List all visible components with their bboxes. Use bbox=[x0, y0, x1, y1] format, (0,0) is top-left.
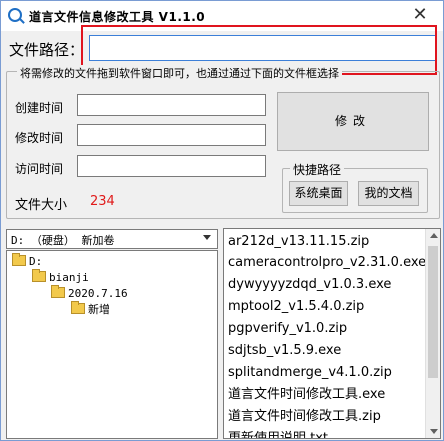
file-item[interactable]: splitandmerge_v4.1.0.zip bbox=[228, 363, 392, 383]
created-time-input[interactable] bbox=[77, 94, 266, 116]
file-info-legend: 将需修改的文件拖到软件窗口即可，也通过通过下面的文件框选择 bbox=[17, 65, 342, 81]
file-item[interactable]: dywyyyyzdqd_v1.0.3.exe bbox=[228, 275, 391, 295]
tree-item[interactable]: bianji bbox=[32, 269, 89, 285]
tree-item[interactable]: 2020.7.16 bbox=[51, 285, 128, 301]
modified-time-label: 修改时间 bbox=[15, 131, 64, 145]
window-title: 道言文件信息修改工具 V1.1.0 bbox=[29, 10, 206, 24]
modify-button[interactable]: 修改 bbox=[277, 92, 429, 151]
close-button[interactable]: ✕ bbox=[406, 4, 434, 26]
vertical-scrollbar[interactable] bbox=[425, 229, 440, 438]
path-label: 文件路径： bbox=[9, 41, 85, 59]
file-item[interactable]: 更新使用说明.txt bbox=[228, 429, 328, 438]
file-size-value: 234 bbox=[90, 194, 115, 209]
file-size-label: 文件大小 bbox=[15, 198, 68, 213]
magnifier-icon bbox=[8, 8, 22, 22]
title-bar: 道言文件信息修改工具 V1.1.0 ✕ bbox=[1, 1, 443, 31]
created-time-label: 创建时间 bbox=[15, 101, 64, 115]
drive-select[interactable]: D: （硬盘） 新加卷 bbox=[6, 229, 218, 249]
file-list[interactable]: ar212d_v13.11.15.zip cameracontrolpro_v2… bbox=[223, 228, 441, 439]
modified-time-input[interactable] bbox=[77, 124, 266, 146]
file-item[interactable]: ar212d_v13.11.15.zip bbox=[228, 232, 369, 252]
folder-tree[interactable]: D: bianji 2020.7.16 新增 bbox=[6, 250, 218, 439]
folder-icon bbox=[12, 253, 26, 266]
accessed-time-label: 访问时间 bbox=[15, 162, 64, 176]
path-input[interactable] bbox=[89, 35, 437, 61]
file-item[interactable]: sdjtsb_v1.5.9.exe bbox=[228, 341, 341, 361]
file-item[interactable]: pgpverify_v1.0.zip bbox=[228, 319, 347, 339]
chevron-down-icon[interactable] bbox=[203, 235, 211, 240]
quick-path-legend: 快捷路径 bbox=[290, 161, 345, 178]
tree-item[interactable]: D: bbox=[12, 253, 42, 269]
my-documents-button[interactable]: 我的文档 bbox=[358, 181, 419, 206]
desktop-button[interactable]: 系统桌面 bbox=[289, 181, 348, 206]
file-item[interactable]: 道言文件时间修改工具.exe bbox=[228, 385, 385, 405]
file-item[interactable]: mptool2_v1.5.4.0.zip bbox=[228, 297, 364, 317]
app-window: 道言文件信息修改工具 V1.1.0 ✕ 文件路径： 将需修改的文件拖到软件窗口即… bbox=[0, 0, 444, 441]
accessed-time-input[interactable] bbox=[77, 155, 266, 177]
file-item[interactable]: 道言文件时间修改工具.zip bbox=[228, 407, 381, 427]
scroll-down-icon[interactable] bbox=[430, 429, 438, 434]
open-folder-icon bbox=[71, 301, 85, 314]
tree-item-selected[interactable]: 新增 bbox=[71, 301, 110, 317]
scroll-thumb[interactable] bbox=[428, 246, 438, 378]
file-item[interactable]: cameracontrolpro_v2.31.0.exe bbox=[228, 253, 426, 273]
folder-icon bbox=[32, 269, 46, 282]
scroll-up-icon[interactable] bbox=[430, 233, 438, 238]
folder-icon bbox=[51, 285, 65, 298]
